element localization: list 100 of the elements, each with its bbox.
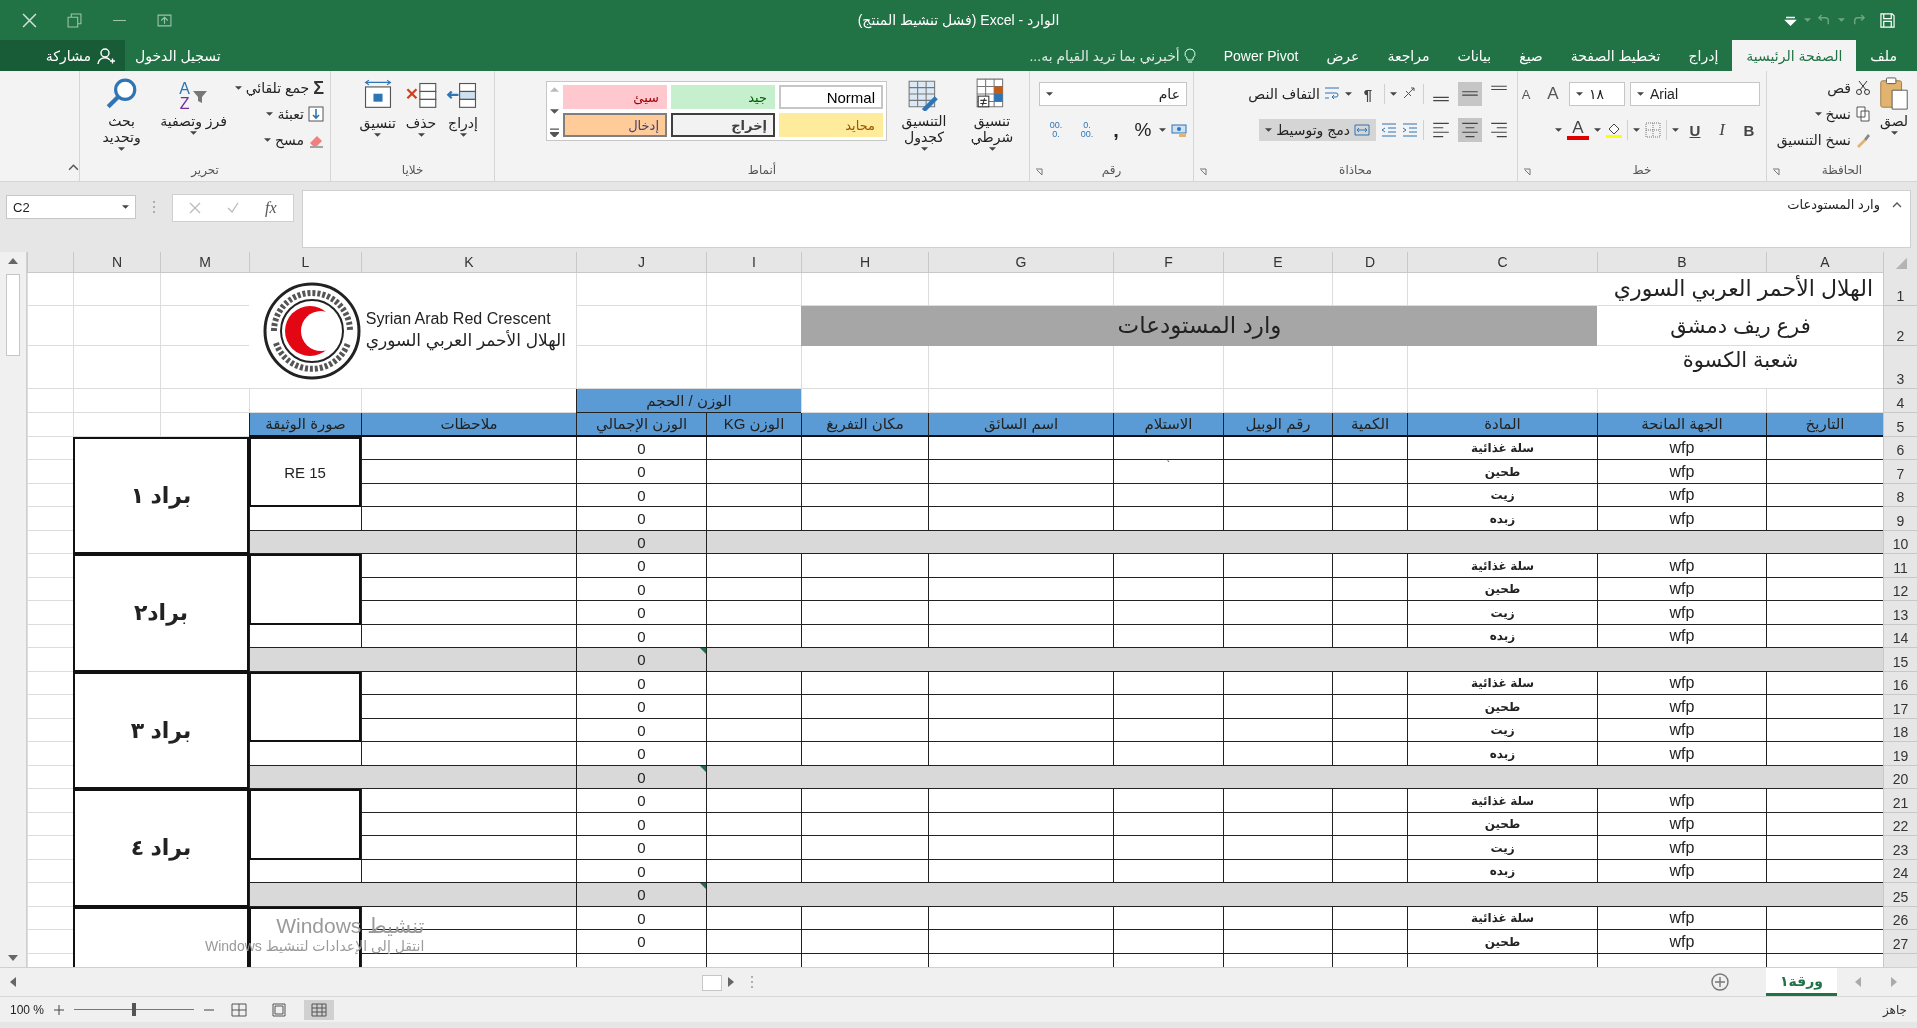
font-color-button[interactable]: A: [1567, 120, 1589, 140]
grid-cell[interactable]: [928, 695, 1113, 719]
decimal-button[interactable]: .0 .00: [1074, 121, 1100, 139]
ribbon-tab[interactable]: مراجعة: [1373, 40, 1444, 71]
grid-cell[interactable]: [361, 578, 576, 601]
grid-cell[interactable]: [801, 601, 928, 625]
decimal-button[interactable]: .00 .0: [1043, 121, 1069, 139]
grid-cell[interactable]: [801, 578, 928, 601]
ribbon-tab[interactable]: تخطيط الصفحة: [1556, 40, 1675, 71]
copy-button[interactable]: نسخ: [1814, 103, 1871, 125]
dialog-launcher-icon[interactable]: [1035, 168, 1043, 176]
ribbon-display-icon[interactable]: [157, 12, 172, 28]
zoom-slider-thumb[interactable]: [132, 1003, 137, 1016]
grid-cell[interactable]: [361, 695, 576, 719]
grid-cell[interactable]: [1113, 719, 1223, 742]
column-header[interactable]: D: [1332, 252, 1407, 273]
text-direction-button[interactable]: ¶: [1357, 83, 1379, 105]
grid-cell[interactable]: [928, 601, 1113, 625]
cell-style[interactable]: Normal: [779, 85, 883, 109]
column-header[interactable]: F: [1113, 252, 1223, 273]
grid-cell[interactable]: [801, 836, 928, 860]
merge-center-button[interactable]: دمج وتوسيط: [1259, 119, 1376, 141]
grid-cell[interactable]: [1113, 813, 1223, 836]
grid-cell[interactable]: [928, 930, 1113, 954]
ribbon-tab[interactable]: بيانات: [1443, 40, 1506, 71]
grid-cell[interactable]: [1113, 836, 1223, 860]
view-icon[interactable]: [304, 999, 335, 1020]
collapse-ribbon-icon[interactable]: [68, 164, 79, 171]
column-header[interactable]: J: [576, 252, 706, 273]
grid-cell[interactable]: [361, 601, 576, 625]
ribbon-tab[interactable]: عرض: [1312, 40, 1374, 71]
grid-cell[interactable]: [928, 484, 1113, 507]
merged-cell[interactable]: [249, 554, 361, 625]
number-format-combo[interactable]: عام: [1039, 82, 1187, 106]
grid-cell[interactable]: [801, 460, 928, 484]
comma-button[interactable]: ,: [1105, 119, 1127, 141]
drag-handle-icon[interactable]: [152, 200, 156, 214]
shrink-font-button[interactable]: A: [1515, 83, 1537, 105]
add-sheet-icon[interactable]: [1710, 972, 1731, 992]
grid-cell[interactable]: [928, 460, 1113, 484]
grid-cell[interactable]: [1113, 578, 1223, 601]
percent-button[interactable]: %: [1132, 119, 1154, 141]
grid-cell[interactable]: [801, 484, 928, 507]
wrap-text-button[interactable]: التفاف النص: [1248, 83, 1340, 105]
cells-button[interactable]: إدراج: [446, 79, 480, 137]
cell-style[interactable]: جيد: [671, 85, 775, 109]
grid-cell[interactable]: [1223, 813, 1332, 836]
column-header[interactable]: H: [801, 252, 928, 273]
ribbon-tab[interactable]: إدراج: [1674, 40, 1733, 71]
row-header[interactable]: 24: [1883, 860, 1917, 883]
scrollbar-thumb[interactable]: [702, 975, 722, 991]
bold-button[interactable]: B: [1738, 119, 1760, 141]
paste-button[interactable]: لصق: [1877, 77, 1911, 135]
ribbon-tab[interactable]: صيغ: [1505, 40, 1557, 71]
insert-function-button[interactable]: fx: [265, 199, 277, 217]
close-icon[interactable]: [22, 12, 37, 28]
row-header[interactable]: 2: [1883, 306, 1917, 346]
row-header[interactable]: 12: [1883, 578, 1917, 601]
scroll-down-icon[interactable]: [550, 106, 559, 116]
column-header[interactable]: C: [1407, 252, 1597, 273]
ribbon-tab[interactable]: Power Pivot: [1209, 40, 1313, 71]
font-size-combo[interactable]: ١٨: [1569, 82, 1625, 106]
row-header[interactable]: 7: [1883, 460, 1917, 484]
row-header[interactable]: 6: [1883, 437, 1917, 460]
grid-cell[interactable]: [801, 719, 928, 742]
row-header[interactable]: 21: [1883, 789, 1917, 813]
tell-me-field[interactable]: أخبرني بما تريد القيام به...: [1029, 47, 1180, 64]
fill-button[interactable]: تعبئة: [266, 103, 324, 125]
cells-button[interactable]: تنسيق: [359, 79, 396, 137]
dialog-launcher-icon[interactable]: [1523, 168, 1531, 176]
scroll-up-icon[interactable]: [8, 258, 18, 264]
dialog-launcher-icon[interactable]: [1772, 168, 1780, 176]
row-header[interactable]: 10: [1883, 531, 1917, 554]
scrollbar-thumb[interactable]: [6, 274, 20, 356]
grid-cell[interactable]: [361, 836, 576, 860]
row-header[interactable]: 27: [1883, 930, 1917, 954]
dialog-launcher-icon[interactable]: [1199, 168, 1207, 176]
row-header[interactable]: 9: [1883, 507, 1917, 531]
clear-button[interactable]: مسح: [263, 129, 324, 151]
cell-style[interactable]: إخراج: [671, 113, 775, 137]
grid-cell[interactable]: [1223, 836, 1332, 860]
grid-cell[interactable]: [1113, 601, 1223, 625]
grid-cell[interactable]: [1223, 484, 1332, 507]
column-header[interactable]: K: [361, 252, 576, 273]
row-header[interactable]: 25: [1883, 883, 1917, 907]
column-header[interactable]: E: [1223, 252, 1332, 273]
horizontal-align-icon[interactable]: [1458, 118, 1482, 142]
format-painter-button[interactable]: نسخ التنسيق: [1776, 129, 1871, 151]
row-header[interactable]: 3: [1883, 346, 1917, 389]
more-icon[interactable]: [550, 128, 559, 137]
restore-icon[interactable]: [67, 12, 82, 28]
cell-style[interactable]: إدخال: [563, 113, 667, 137]
grid-cell[interactable]: [928, 836, 1113, 860]
row-header[interactable]: 20: [1883, 766, 1917, 789]
font-name-combo[interactable]: Arial: [1630, 82, 1760, 106]
grid-cell[interactable]: [361, 719, 576, 742]
name-box[interactable]: C2: [6, 195, 136, 219]
zoom-level[interactable]: 100 %: [10, 1002, 45, 1017]
row-header[interactable]: 1: [1883, 273, 1917, 306]
format-as-table-button[interactable]: التنسيق كجدول: [893, 77, 955, 151]
